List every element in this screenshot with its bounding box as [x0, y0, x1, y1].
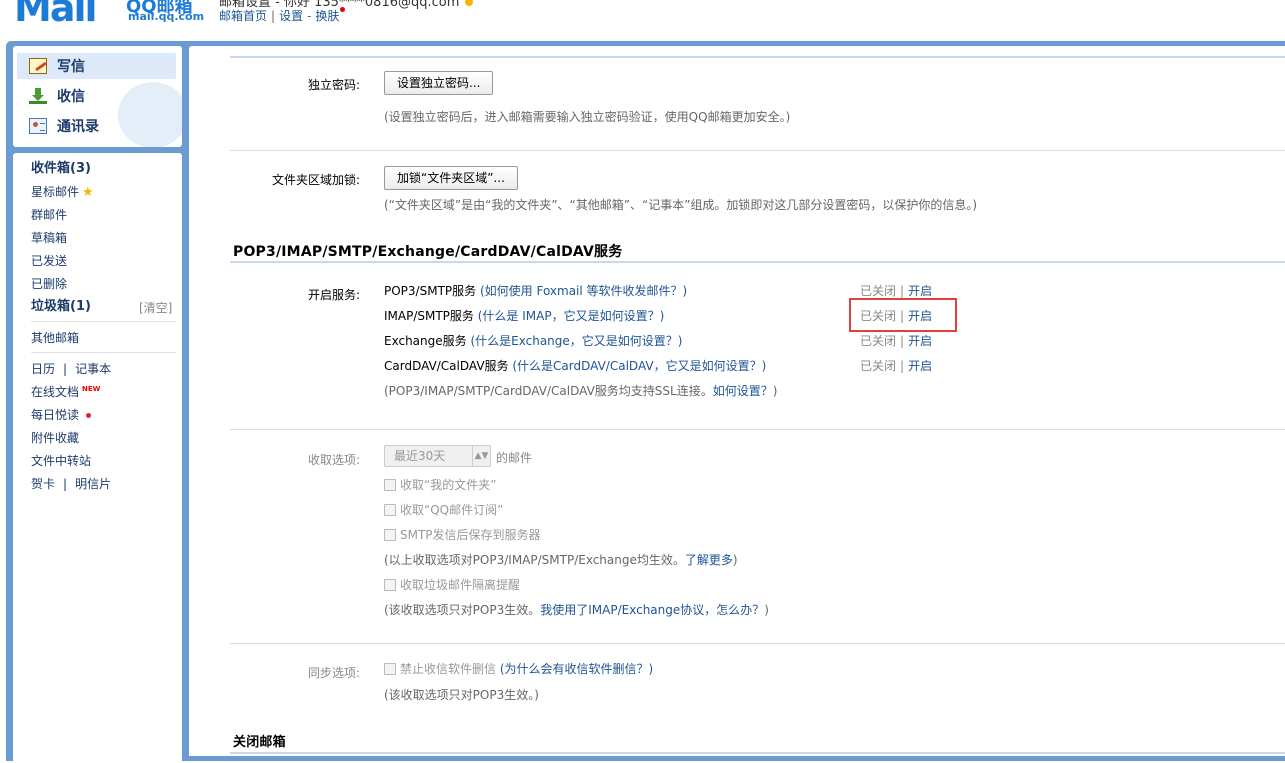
top-header: Mail QQ邮箱 mail.qq.com 邮箱设置 - 你好 135****0…	[0, 0, 1285, 42]
ssl-howto-link[interactable]: 如何设置？	[713, 384, 773, 398]
folder-other-mailboxes[interactable]: 其他邮箱	[31, 329, 79, 347]
attachments-link[interactable]: 附件收藏	[31, 429, 79, 447]
lock-folder-area-button[interactable]: 加锁“文件夹区域”...	[384, 166, 518, 190]
pop3-status: 已关闭 | 开启	[860, 284, 933, 298]
checkbox-icon	[384, 503, 396, 516]
qq-mail-logo[interactable]: Mail QQ邮箱 mail.qq.com	[14, 0, 210, 30]
checkbox-icon	[384, 662, 396, 675]
learn-more-link[interactable]: 了解更多	[685, 553, 733, 567]
receive-subscriptions-checkbox[interactable]: 收取“QQ邮件订阅”	[384, 501, 503, 518]
star-icon: ★	[82, 185, 94, 200]
daily-reading-link[interactable]: 每日悦读	[31, 406, 92, 424]
checkbox-icon	[384, 578, 396, 591]
settings-main: 独立密码: 设置独立密码... (设置独立密码后，进入邮箱需要输入独立密码验证，…	[189, 46, 1285, 756]
sync-options-label: 同步选项:	[307, 666, 360, 680]
receive-my-folders-checkbox[interactable]: 收取“我的文件夹”	[384, 476, 496, 493]
folder-spam[interactable]: 垃圾箱(1)	[31, 298, 91, 316]
folder-inbox[interactable]: 收件箱(3)	[31, 160, 91, 178]
receive-range-select[interactable]: 最近30天 ▲▼	[384, 445, 491, 467]
nav-home-link[interactable]: 邮箱首页	[219, 9, 267, 23]
set-independent-password-button[interactable]: 设置独立密码...	[384, 71, 494, 95]
independent-password-label: 独立密码:	[307, 78, 360, 92]
pop3-enable-link[interactable]: 开启	[908, 284, 932, 298]
contacts-button[interactable]: 通讯录	[17, 113, 176, 139]
imap-exchange-help-link[interactable]: 我使用了IMAP/Exchange协议，怎么办？	[540, 603, 764, 617]
contacts-icon	[29, 118, 47, 134]
exchange-help-link[interactable]: (什么是Exchange，它又是如何设置？)	[470, 334, 682, 348]
postcards-link[interactable]: 明信片	[75, 477, 111, 491]
folder-lock-hint: (“文件夹区域”是由“我的文件夹”、“其他邮箱”、“记事本”组成。加锁即对这几部…	[384, 198, 978, 212]
vip-icon	[465, 0, 474, 6]
services-section-title: POP3/IMAP/SMTP/Exchange/CardDAV/CalDAV服务	[233, 244, 623, 260]
divider	[230, 150, 1285, 151]
write-icon	[29, 58, 47, 74]
imap-highlight-box	[849, 298, 957, 332]
calendar-link[interactable]: 日历	[31, 362, 55, 376]
why-client-delete-link[interactable]: (为什么会有收信软件删信？)	[500, 660, 653, 677]
cards-row: 贺卡 | 明信片	[31, 477, 112, 491]
write-label: 写信	[57, 59, 85, 75]
online-docs-link[interactable]: 在线文档 NEW	[31, 383, 100, 401]
settings-content: 独立密码: 设置独立密码... (设置独立密码后，进入邮箱需要输入独立密码验证，…	[230, 56, 1285, 756]
pop3-help-link[interactable]: (如何使用 Foxmail 等软件收发邮件？)	[480, 284, 687, 298]
folder-sent[interactable]: 已发送	[31, 252, 67, 270]
inbox-label: 收信	[57, 89, 85, 105]
ssl-hint: (POP3/IMAP/SMTP/CardDAV/CalDAV服务均支持SSL连接…	[384, 384, 778, 398]
folder-starred[interactable]: 星标邮件 ★	[31, 183, 94, 201]
greeting-cards-link[interactable]: 贺卡	[31, 477, 55, 491]
new-badge: NEW	[82, 385, 101, 393]
folder-divider	[31, 321, 176, 322]
carddav-help-link[interactable]: (什么是CardDAV/CalDAV，它又是如何设置？)	[512, 359, 766, 373]
folder-divider	[31, 352, 176, 353]
nav-settings-link[interactable]: 设置	[279, 9, 303, 23]
section-divider	[230, 752, 1285, 754]
divider	[230, 643, 1285, 644]
carddav-enable-link[interactable]: 开启	[908, 359, 932, 373]
folder-sidebar: 收件箱(3) 星标邮件 ★ 群邮件 草稿箱 已发送 已删除 垃圾箱(1) [清空]…	[13, 153, 182, 763]
service-row-pop3: POP3/SMTP服务 (如何使用 Foxmail 等软件收发邮件？)	[384, 284, 688, 298]
spam-alert-checkbox[interactable]: 收取垃圾邮件隔离提醒	[384, 576, 520, 593]
notification-dot-icon	[340, 7, 346, 12]
service-row-carddav: CardDAV/CalDAV服务 (什么是CardDAV/CalDAV，它又是如…	[384, 359, 767, 373]
receive-range-suffix: 的邮件	[496, 451, 533, 465]
select-arrow-icon: ▲▼	[472, 446, 490, 466]
independent-password-hint: (设置独立密码后，进入邮箱需要输入独立密码验证，使用QQ邮箱更加安全。)	[384, 110, 791, 124]
services-label: 开启服务:	[307, 288, 360, 302]
receive-options-label: 收取选项:	[307, 453, 360, 467]
contacts-label: 通讯录	[57, 119, 99, 135]
service-row-exchange: Exchange服务 (什么是Exchange，它又是如何设置？)	[384, 334, 683, 348]
folder-drafts[interactable]: 草稿箱	[31, 229, 67, 247]
folder-deleted[interactable]: 已删除	[31, 275, 67, 293]
calendar-notes-row: 日历 | 记事本	[31, 362, 112, 376]
section-divider	[230, 261, 1285, 263]
imap-help-link[interactable]: (什么是 IMAP，它又是如何设置？)	[478, 309, 665, 323]
nav-skin-link[interactable]: 换肤	[315, 9, 339, 23]
logo-domain: mail.qq.com	[128, 10, 205, 23]
sync-hint: (该收取选项只对POP3生效。)	[384, 688, 539, 702]
write-button[interactable]: 写信	[17, 53, 176, 79]
spam-clear-link[interactable]: [清空]	[139, 299, 172, 316]
logo-mark: Mail	[14, 0, 98, 30]
checkbox-icon	[384, 528, 396, 541]
notes-link[interactable]: 记事本	[75, 362, 111, 376]
folder-group[interactable]: 群邮件	[31, 206, 67, 224]
file-transfer-link[interactable]: 文件中转站	[31, 452, 91, 470]
pop3-only-hint: (该收取选项只对POP3生效。我使用了IMAP/Exchange协议，怎么办？)	[384, 603, 769, 617]
folder-lock-label: 文件夹区域加锁:	[271, 173, 360, 187]
inbox-button[interactable]: 收信	[17, 83, 176, 109]
quick-actions-panel: 写信 收信 通讯录	[13, 46, 182, 147]
close-mailbox-title: 关闭邮箱	[233, 735, 286, 750]
no-client-delete-checkbox[interactable]: 禁止收信软件删信 (为什么会有收信软件删信？)	[384, 660, 653, 677]
exchange-enable-link[interactable]: 开启	[908, 334, 932, 348]
exchange-status: 已关闭 | 开启	[860, 334, 933, 348]
receive-options-hint: (以上收取选项对POP3/IMAP/SMTP/Exchange均生效。了解更多)	[384, 553, 738, 567]
unread-dot-icon	[86, 413, 92, 418]
checkbox-icon	[384, 478, 396, 491]
smtp-save-checkbox[interactable]: SMTP发信后保存到服务器	[384, 526, 541, 543]
carddav-status: 已关闭 | 开启	[860, 359, 933, 373]
top-nav: 邮箱首页 | 设置 - 换肤	[219, 7, 346, 24]
inbox-icon	[29, 88, 47, 104]
divider	[230, 429, 1285, 430]
service-row-imap: IMAP/SMTP服务 (什么是 IMAP，它又是如何设置？)	[384, 309, 665, 323]
